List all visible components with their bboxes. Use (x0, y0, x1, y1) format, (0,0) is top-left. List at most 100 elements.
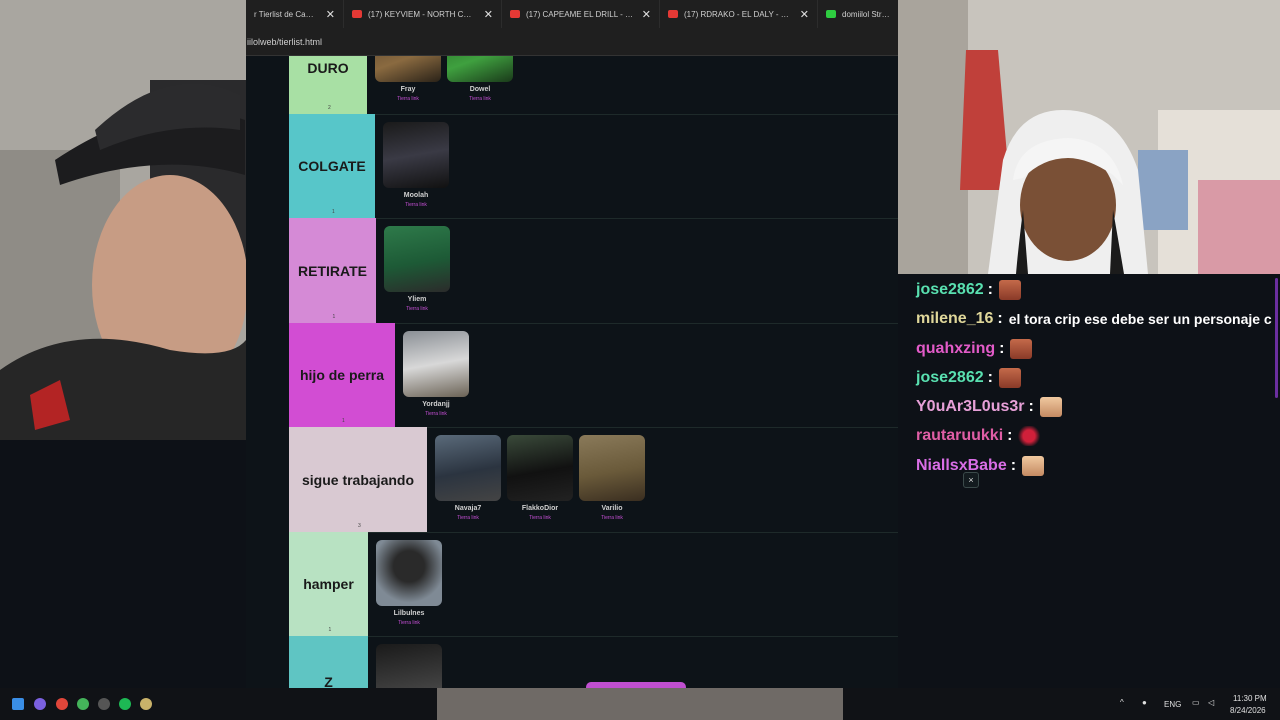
tier-items: Yliem Tierra link (376, 218, 450, 323)
chat-message: jose2862 : (916, 368, 1021, 388)
taskbar-preview-overlay (437, 688, 843, 720)
tab-tierlist[interactable]: r Tierlist de Cantant ✕ (246, 0, 344, 28)
chat-username[interactable]: NiallsxBabe (916, 457, 1007, 475)
close-icon[interactable]: ✕ (800, 8, 809, 21)
tierlist-page: DURO 2 Fray Tierra link Dowel Tierra lin… (246, 56, 898, 688)
tier-row-z: Z (289, 636, 898, 688)
artist-card[interactable]: Varilio Tierra link (579, 427, 645, 521)
artist-link[interactable]: Tierra link (397, 96, 419, 102)
clock-date[interactable]: 8/24/2026 (1230, 706, 1266, 715)
tab-youtube-3[interactable]: (17) RDRAKO - EL DALY - DALE ✕ (660, 0, 818, 28)
artist-card[interactable]: Lilbulnes Tierra link (376, 532, 442, 626)
artist-photo (383, 122, 449, 188)
webcam-left-image (0, 0, 246, 440)
chat-username[interactable]: jose2862 (916, 281, 984, 299)
chat-message: NiallsxBabe : (916, 456, 1045, 476)
tab-kick[interactable]: domiilol Stream (818, 0, 898, 28)
close-icon[interactable]: ✕ (326, 8, 335, 21)
delete-tier-button[interactable]: × (963, 472, 979, 488)
chevron-up-icon[interactable]: ^ (1120, 698, 1124, 707)
artist-link[interactable]: Tierra link (398, 620, 420, 626)
artist-link[interactable]: Tierra link (405, 202, 427, 208)
tier-count: 1 (328, 627, 332, 633)
artist-name: Moolah (403, 192, 429, 199)
close-icon[interactable]: ✕ (642, 8, 651, 21)
chat-scrollbar[interactable] (1275, 278, 1278, 398)
chat-separator: : (987, 281, 993, 298)
webcam-left (0, 0, 246, 440)
discord-icon[interactable] (34, 698, 46, 710)
chat-message: jose2862 : (916, 280, 1021, 300)
chat-message: Y0uAr3L0us3r : (916, 397, 1062, 417)
chat-username[interactable]: quahxzing (916, 340, 995, 358)
url-text: iilolweb/tierlist.html (247, 36, 323, 47)
artist-name: Fray (400, 86, 416, 93)
artist-link[interactable]: Tierra link (601, 515, 623, 521)
obs-icon[interactable] (98, 698, 110, 710)
artist-link[interactable]: Tierra link (469, 96, 491, 102)
artist-photo (579, 435, 645, 501)
artist-card[interactable]: Yliem Tierra link (384, 218, 450, 312)
chat-message: quahxzing : (916, 339, 1033, 359)
tier-label: hamper 1 (289, 532, 368, 636)
chat-separator: : (1028, 398, 1034, 415)
clock-time[interactable]: 11:30 PM (1233, 694, 1267, 703)
kick-icon (826, 10, 836, 18)
start-icon[interactable] (12, 698, 24, 710)
youtube-icon (668, 10, 678, 18)
chat-separator: : (1007, 427, 1013, 444)
artist-card[interactable] (376, 636, 442, 688)
taskbar: ^ ● ENG ▭ ◁ 11:30 PM 8/24/2026 (0, 688, 1280, 720)
artist-name: FlakkoDior (521, 505, 559, 512)
youtube-icon (510, 10, 520, 18)
tier-row-duro: DURO 2 Fray Tierra link Dowel Tierra lin… (289, 56, 898, 115)
chat-username[interactable]: milene_16 (916, 310, 993, 328)
tier-label-text: Z (324, 674, 333, 688)
app-icon[interactable] (140, 698, 152, 710)
close-icon[interactable]: ✕ (484, 8, 493, 21)
tier-count: 1 (332, 209, 335, 215)
chat-separator: : (1010, 457, 1017, 474)
emote-face-icon (1010, 339, 1033, 359)
chrome-active-icon[interactable] (77, 698, 89, 710)
tab-title: (17) CAPEAME EL DRILL - Dary (526, 9, 634, 19)
artist-photo (507, 435, 573, 501)
artist-link[interactable]: Tierra link (406, 306, 428, 312)
artist-card[interactable]: Moolah Tierra link (383, 114, 449, 208)
emote-face-icon (998, 368, 1021, 388)
webcam-right (898, 0, 1280, 274)
artist-card[interactable]: Yordanjj Tierra link (403, 323, 469, 417)
emote-face-icon (1039, 397, 1062, 417)
artist-card[interactable]: Fray Tierra link (375, 56, 441, 102)
chat-separator: : (999, 340, 1005, 357)
language-indicator[interactable]: ENG (1164, 700, 1181, 709)
tab-bar: r Tierlist de Cantant ✕ (17) KEYVIEM - N… (246, 0, 898, 28)
spotify-icon[interactable] (119, 698, 131, 710)
tier-label-text: hijo de perra (299, 367, 385, 383)
tier-items: Navaja7 Tierra link FlakkoDior Tierra li… (427, 427, 645, 532)
address-bar[interactable]: iilolweb/tierlist.html (246, 28, 898, 56)
chrome-icon[interactable] (56, 698, 68, 710)
network-icon[interactable]: ▭ (1192, 698, 1200, 707)
artist-photo (435, 435, 501, 501)
artist-card[interactable]: Dowel Tierra link (447, 56, 513, 102)
volume-icon[interactable]: ◁ (1208, 698, 1214, 707)
artist-photo (376, 540, 442, 606)
tier-count: 3 (358, 523, 361, 529)
artist-card[interactable]: FlakkoDior Tierra link (507, 427, 573, 521)
chat-username[interactable]: rautaruukki (916, 427, 1003, 445)
chat-username[interactable]: Y0uAr3L0us3r (916, 398, 1025, 416)
artist-link[interactable]: Tierra link (529, 515, 551, 521)
artist-link[interactable]: Tierra link (425, 411, 447, 417)
tier-items (368, 636, 442, 688)
tab-title: r Tierlist de Cantant (254, 9, 318, 19)
artist-link[interactable]: Tierra link (457, 515, 479, 521)
microphone-icon[interactable]: ● (1142, 698, 1147, 707)
tab-youtube-2[interactable]: (17) CAPEAME EL DRILL - Dary ✕ (502, 0, 660, 28)
tier-label-text: COLGATE (298, 158, 366, 174)
tab-youtube-1[interactable]: (17) KEYVIEM - NORTH CAROLI ✕ (344, 0, 502, 28)
tier-row-colgate: COLGATE 1 Moolah Tierra link (289, 114, 898, 219)
chat-separator: : (997, 310, 1003, 327)
chat-username[interactable]: jose2862 (916, 369, 984, 387)
artist-card[interactable]: Navaja7 Tierra link (435, 427, 501, 521)
